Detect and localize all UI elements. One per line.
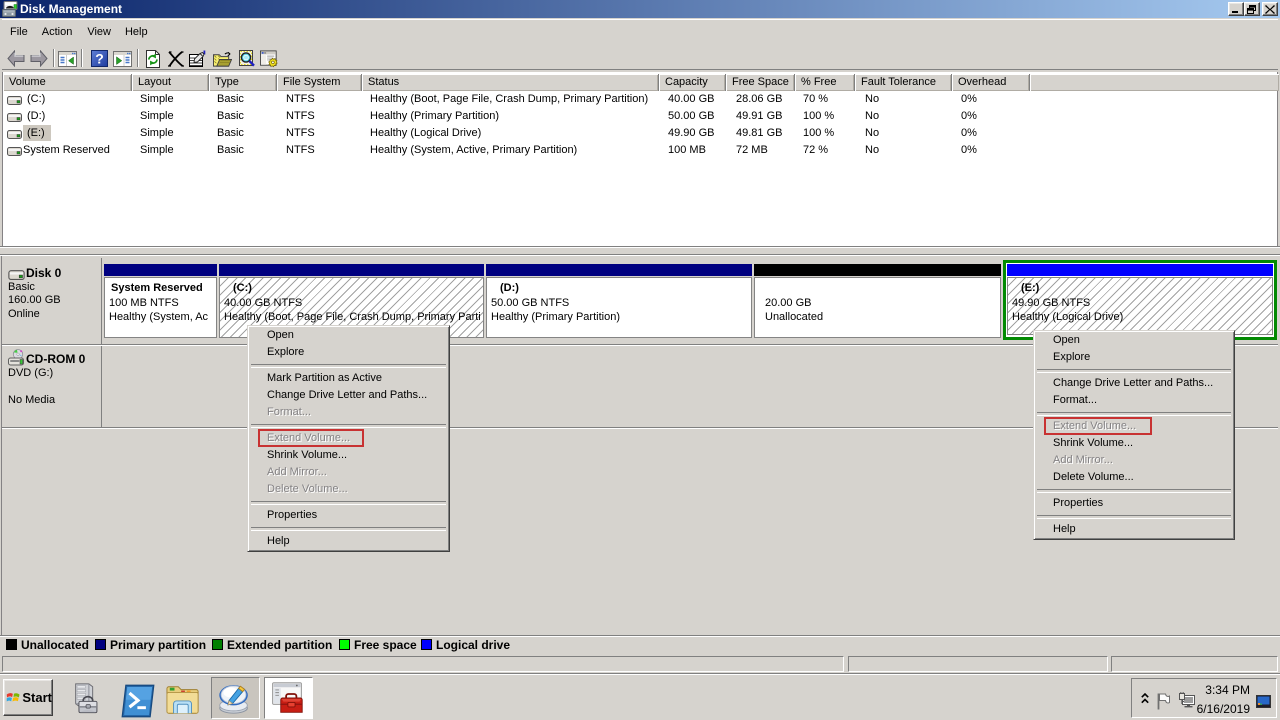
- svg-text:?: ?: [95, 51, 104, 67]
